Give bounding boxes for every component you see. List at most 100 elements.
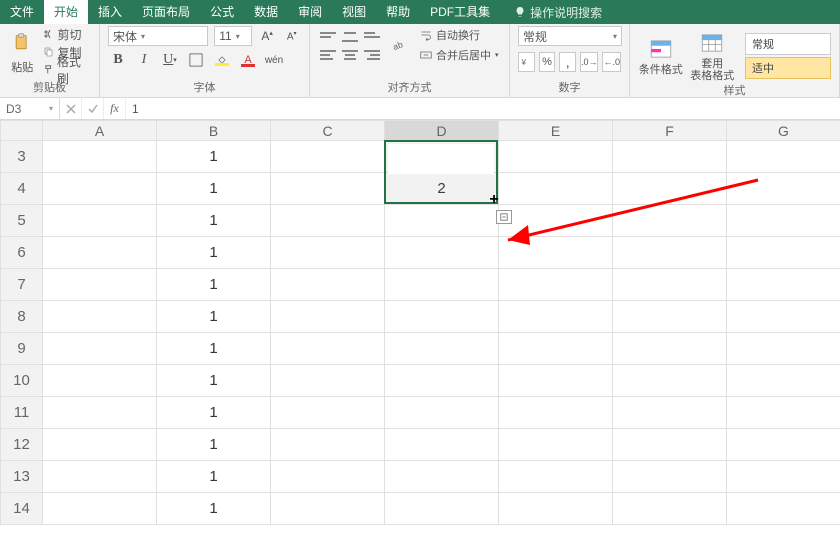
cell-F4[interactable]	[613, 173, 727, 205]
cell-C14[interactable]	[271, 493, 385, 525]
format-painter-button[interactable]: 格式刷	[43, 62, 91, 78]
col-header-E[interactable]: E	[499, 121, 613, 141]
cell-E3[interactable]	[499, 141, 613, 173]
fill-color-button[interactable]	[212, 50, 232, 70]
cell-C4[interactable]	[271, 173, 385, 205]
cell-A7[interactable]	[43, 269, 157, 301]
cell-D8[interactable]	[385, 301, 499, 333]
formula-input[interactable]: 1	[126, 98, 840, 119]
cell-A8[interactable]	[43, 301, 157, 333]
col-header-C[interactable]: C	[271, 121, 385, 141]
row-header-7[interactable]: 7	[1, 269, 43, 301]
cell-A4[interactable]	[43, 173, 157, 205]
row-header-12[interactable]: 12	[1, 429, 43, 461]
cell-F9[interactable]	[613, 333, 727, 365]
cancel-entry-button[interactable]	[60, 98, 82, 119]
align-middle-button[interactable]	[340, 26, 360, 44]
cell-E11[interactable]	[499, 397, 613, 429]
cell-F3[interactable]	[613, 141, 727, 173]
tab-insert[interactable]: 插入	[88, 0, 132, 24]
cell-style-good[interactable]: 适中	[745, 57, 831, 79]
accounting-format-button[interactable]: ¥	[518, 52, 535, 72]
font-size-dropdown[interactable]: 11▾	[214, 26, 252, 46]
row-header-10[interactable]: 10	[1, 365, 43, 397]
cell-D10[interactable]	[385, 365, 499, 397]
cell-C6[interactable]	[271, 237, 385, 269]
cell-C9[interactable]	[271, 333, 385, 365]
cell-D11[interactable]	[385, 397, 499, 429]
decrease-font-button[interactable]: A▾	[282, 26, 301, 46]
cell-E10[interactable]	[499, 365, 613, 397]
wrap-text-button[interactable]: 自动换行	[420, 27, 499, 43]
cell-G9[interactable]	[727, 333, 840, 365]
autofill-options-button[interactable]	[496, 210, 512, 224]
cell-C13[interactable]	[271, 461, 385, 493]
cut-button[interactable]: 剪切	[43, 26, 91, 42]
tab-pagelayout[interactable]: 页面布局	[132, 0, 200, 24]
align-center-button[interactable]	[340, 46, 360, 64]
border-button[interactable]	[186, 50, 206, 70]
percent-button[interactable]: %	[539, 52, 556, 72]
cell-G12[interactable]	[727, 429, 840, 461]
cell-E13[interactable]	[499, 461, 613, 493]
cell-C5[interactable]	[271, 205, 385, 237]
format-as-table-button[interactable]: 套用 表格格式	[690, 26, 736, 82]
bold-button[interactable]: B	[108, 50, 128, 70]
cell-F14[interactable]	[613, 493, 727, 525]
cell-E4[interactable]	[499, 173, 613, 205]
cell-D5[interactable]	[385, 205, 499, 237]
tab-home[interactable]: 开始	[44, 0, 88, 24]
cell-B14[interactable]: 1	[157, 493, 271, 525]
cell-G7[interactable]	[727, 269, 840, 301]
cell-D14[interactable]	[385, 493, 499, 525]
orientation-button[interactable]: ab	[388, 26, 408, 64]
cell-C8[interactable]	[271, 301, 385, 333]
cell-G13[interactable]	[727, 461, 840, 493]
cell-A10[interactable]	[43, 365, 157, 397]
increase-font-button[interactable]: A▴	[258, 26, 277, 46]
cell-F12[interactable]	[613, 429, 727, 461]
col-header-A[interactable]: A	[43, 121, 157, 141]
cell-F10[interactable]	[613, 365, 727, 397]
cell-D12[interactable]	[385, 429, 499, 461]
cell-A3[interactable]	[43, 141, 157, 173]
cell-D7[interactable]	[385, 269, 499, 301]
align-left-button[interactable]	[318, 46, 338, 64]
cell-B12[interactable]: 1	[157, 429, 271, 461]
cell-F8[interactable]	[613, 301, 727, 333]
cell-B3[interactable]: 1	[157, 141, 271, 173]
cell-G8[interactable]	[727, 301, 840, 333]
cell-B4[interactable]: 1	[157, 173, 271, 205]
cell-B11[interactable]: 1	[157, 397, 271, 429]
paste-button[interactable]: 粘贴	[8, 29, 37, 75]
tab-formulas[interactable]: 公式	[200, 0, 244, 24]
cell-E8[interactable]	[499, 301, 613, 333]
cell-C11[interactable]	[271, 397, 385, 429]
cell-B8[interactable]: 1	[157, 301, 271, 333]
merge-center-button[interactable]: 合并后居中▾	[420, 47, 499, 63]
row-header-11[interactable]: 11	[1, 397, 43, 429]
cell-E5[interactable]	[499, 205, 613, 237]
col-header-F[interactable]: F	[613, 121, 727, 141]
font-name-dropdown[interactable]: 宋体▾	[108, 26, 208, 46]
font-color-button[interactable]: A	[238, 50, 258, 70]
italic-button[interactable]: I	[134, 50, 154, 70]
cell-D6[interactable]	[385, 237, 499, 269]
cell-B6[interactable]: 1	[157, 237, 271, 269]
cell-F6[interactable]	[613, 237, 727, 269]
cell-B9[interactable]: 1	[157, 333, 271, 365]
align-bottom-button[interactable]	[362, 26, 382, 44]
number-format-dropdown[interactable]: 常规▾	[518, 26, 622, 46]
align-right-button[interactable]	[362, 46, 382, 64]
cell-A6[interactable]	[43, 237, 157, 269]
cell-C7[interactable]	[271, 269, 385, 301]
tab-file[interactable]: 文件	[0, 0, 44, 24]
row-header-4[interactable]: 4	[1, 173, 43, 205]
conditional-format-button[interactable]: 条件格式	[638, 32, 684, 76]
tab-view[interactable]: 视图	[332, 0, 376, 24]
cell-style-normal[interactable]: 常规	[745, 33, 831, 55]
tab-review[interactable]: 审阅	[288, 0, 332, 24]
cell-G10[interactable]	[727, 365, 840, 397]
cell-F7[interactable]	[613, 269, 727, 301]
row-header-14[interactable]: 14	[1, 493, 43, 525]
